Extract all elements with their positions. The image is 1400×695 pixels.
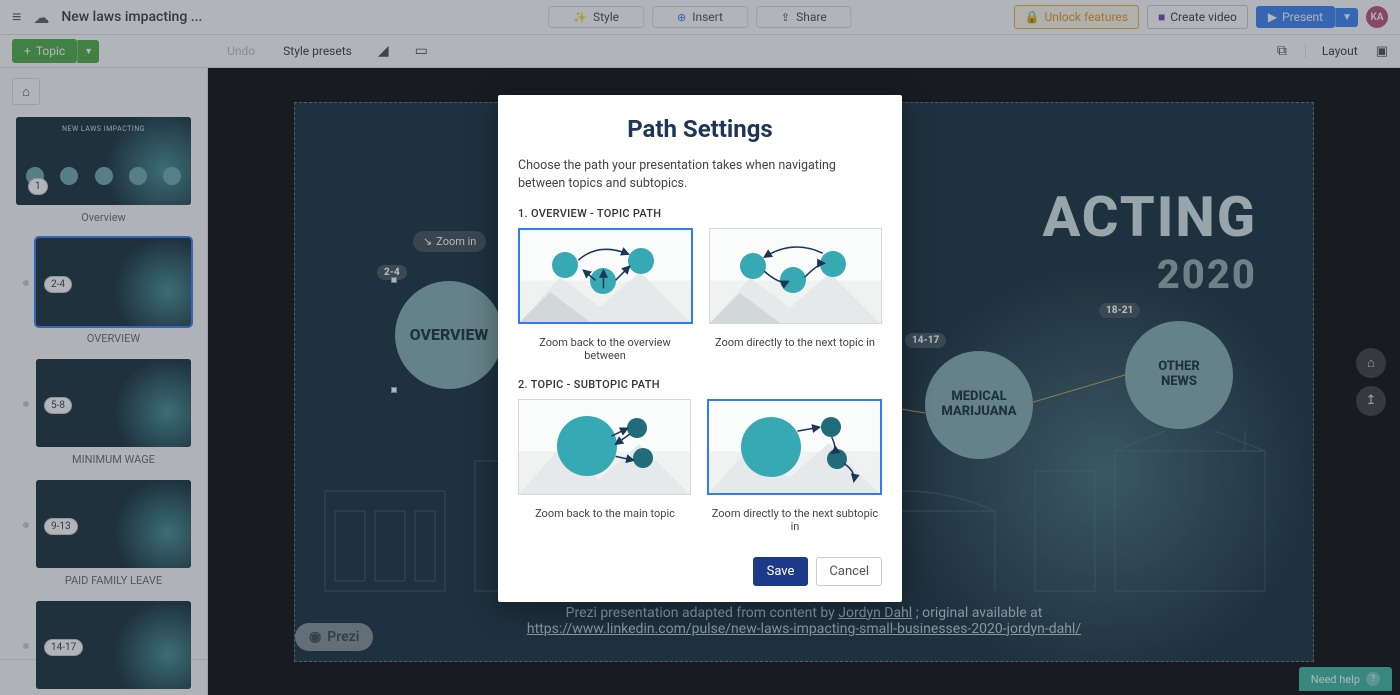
section-1-label: 1. OVERVIEW - TOPIC PATH xyxy=(518,207,882,220)
option-caption: Zoom directly to the next topic in xyxy=(708,336,882,362)
option-diagram xyxy=(520,230,691,322)
path-settings-modal: Path Settings Choose the path your prese… xyxy=(498,95,902,602)
option-subtopic-zoom-back[interactable] xyxy=(518,399,691,495)
section-2-captions: Zoom back to the main topic Zoom directl… xyxy=(518,501,882,533)
option-diagram xyxy=(519,400,690,494)
modal-title: Path Settings xyxy=(518,115,882,143)
option-overview-zoom-back[interactable] xyxy=(518,228,693,324)
option-subtopic-zoom-direct[interactable] xyxy=(707,399,882,495)
section-2-label: 2. TOPIC - SUBTOPIC PATH xyxy=(518,378,882,391)
option-overview-zoom-direct[interactable] xyxy=(709,228,882,324)
option-caption: Zoom back to the overview between xyxy=(518,336,692,362)
section-1-captions: Zoom back to the overview between Zoom d… xyxy=(518,330,882,362)
modal-overlay[interactable]: Path Settings Choose the path your prese… xyxy=(0,0,1400,695)
option-caption: Zoom directly to the next subtopic in xyxy=(708,507,882,533)
modal-description: Choose the path your presentation takes … xyxy=(518,157,882,193)
save-button[interactable]: Save xyxy=(753,557,809,586)
cancel-button[interactable]: Cancel xyxy=(816,557,882,586)
section-2-options xyxy=(518,399,882,495)
option-diagram xyxy=(710,229,881,323)
section-1-options xyxy=(518,228,882,324)
modal-footer: Save Cancel xyxy=(518,557,882,586)
option-caption: Zoom back to the main topic xyxy=(518,507,692,533)
option-diagram xyxy=(709,401,880,493)
